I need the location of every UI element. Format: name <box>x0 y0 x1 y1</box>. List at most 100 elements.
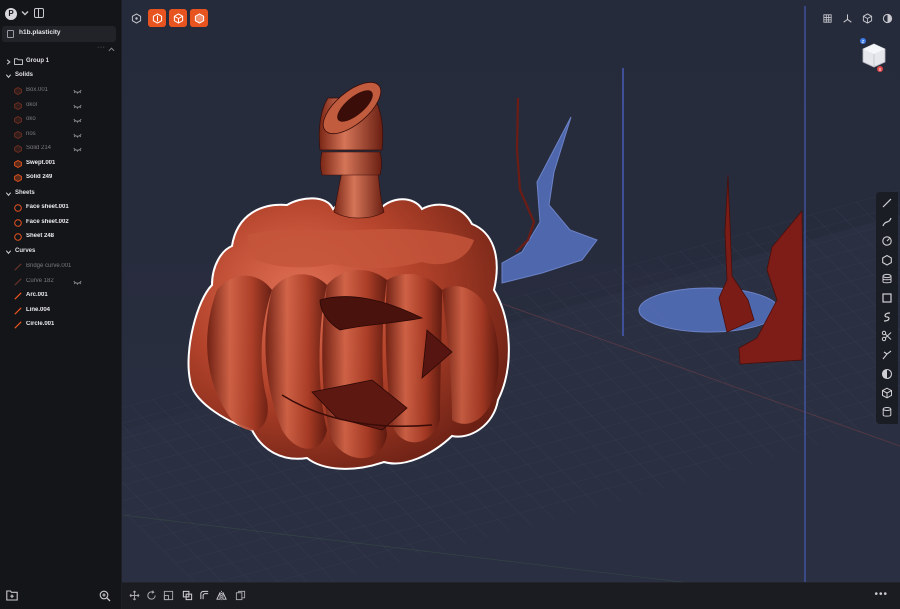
tree-item-solid[interactable]: okol <box>0 99 120 113</box>
chevron-down-icon[interactable] <box>20 8 30 18</box>
curve-tool-icon[interactable] <box>881 216 893 228</box>
solid-icon <box>14 101 22 110</box>
circle-sheet <box>638 287 780 333</box>
chevron-down-icon[interactable] <box>5 190 12 198</box>
hidden-icon[interactable] <box>73 278 82 286</box>
tree-item-label: Face sheet.001 <box>26 204 69 210</box>
account-avatar[interactable]: P <box>5 8 17 20</box>
document-tab[interactable]: h1b.plasticity <box>2 26 116 42</box>
tree-item-solid[interactable]: nos <box>0 128 120 142</box>
section-solids[interactable]: Solids <box>0 69 120 83</box>
group-label: Group 1 <box>26 58 50 64</box>
chevron-down-icon[interactable] <box>5 248 12 256</box>
face-mode-icon[interactable] <box>169 9 187 27</box>
hidden-icon[interactable] <box>73 116 82 124</box>
chevron-down-icon[interactable] <box>5 72 12 80</box>
hidden-icon[interactable] <box>73 102 82 110</box>
more-options-button[interactable]: ••• <box>874 589 888 600</box>
tree-item-label: Sheet 248 <box>26 233 55 239</box>
render-mode-icon[interactable] <box>878 9 896 27</box>
line-tool-icon[interactable] <box>881 197 893 209</box>
solid-icon <box>14 145 22 153</box>
curve-icon <box>14 321 22 329</box>
document-icon <box>7 30 14 38</box>
outliner-sidebar: P h1b.plasticity ··· Group 1 Solids Box.… <box>0 0 122 609</box>
tree-item-solid[interactable]: Swept.001 <box>0 157 120 171</box>
selection-mode-toolbar <box>127 9 208 27</box>
tree-item-curve[interactable]: Arc.001 <box>0 289 120 303</box>
new-folder-icon[interactable] <box>6 590 18 601</box>
duplicate-icon[interactable] <box>182 590 193 601</box>
cylinder-tool-icon[interactable] <box>881 406 893 418</box>
tree-item-label: Solid 214 <box>26 145 52 151</box>
mirror-icon[interactable] <box>216 590 227 601</box>
box-tool-icon[interactable] <box>881 387 893 399</box>
view-cube[interactable]: Z X <box>860 38 888 72</box>
scale-icon[interactable] <box>163 590 174 601</box>
3d-viewport[interactable]: Z X <box>122 0 900 582</box>
sheet-icon <box>14 233 22 241</box>
section-label: Solids <box>15 72 34 78</box>
cut-tool-icon[interactable] <box>881 330 893 342</box>
hidden-icon[interactable] <box>73 145 82 153</box>
creation-tool-strip <box>876 192 898 424</box>
tree-item-solid[interactable]: Box.001 <box>0 84 120 98</box>
control-point-icon[interactable] <box>127 9 145 27</box>
tree-item-sheet[interactable]: Face sheet.001 <box>0 201 120 215</box>
tree-item-sheet[interactable]: Face sheet.002 <box>0 216 120 230</box>
tree-item-curve[interactable]: Bridge curve.001 <box>0 260 120 274</box>
curve-icon <box>14 292 22 300</box>
sidebar-footer <box>0 583 122 609</box>
tree-item-curve[interactable]: Line.004 <box>0 304 120 318</box>
tree-item-label: Line.004 <box>26 306 51 313</box>
axes-icon[interactable] <box>838 9 856 27</box>
move-icon[interactable] <box>129 590 140 601</box>
hidden-icon[interactable] <box>73 131 82 139</box>
solid-icon <box>14 159 22 168</box>
hidden-icon[interactable] <box>73 87 82 95</box>
tree-item-label: Curve 182 <box>26 277 54 284</box>
xray-icon[interactable] <box>858 9 876 27</box>
circle-tool-icon[interactable] <box>881 235 893 247</box>
x-axis-label: X <box>878 67 881 72</box>
solid-icon <box>14 174 22 182</box>
sidebar-toggle-icon[interactable] <box>34 8 44 18</box>
offset-icon[interactable] <box>199 590 210 601</box>
tree-item-label: Arc.001 <box>26 292 48 298</box>
copy-icon[interactable] <box>235 590 246 601</box>
solid-icon <box>14 87 22 95</box>
tree-item-curve[interactable]: Curve 182 <box>0 275 120 289</box>
zoom-to-fit-icon[interactable] <box>99 590 111 602</box>
tree-item-label: Swept.001 <box>26 159 56 166</box>
tree-item-curve[interactable]: Circle.001 <box>0 318 120 332</box>
boolean-tool-icon[interactable] <box>881 368 893 380</box>
solid-icon <box>14 130 22 139</box>
scene-canvas[interactable] <box>122 0 900 582</box>
spiral-tool-icon[interactable] <box>881 311 893 323</box>
layers-tool-icon[interactable] <box>881 273 893 285</box>
tree-item-solid[interactable]: Solid 214 <box>0 142 120 156</box>
curve-icon <box>14 277 22 286</box>
tree-item-sheet[interactable]: Sheet 248 <box>0 230 120 244</box>
fillet-tool-icon[interactable] <box>881 349 893 361</box>
polygon-tool-icon[interactable] <box>881 254 893 266</box>
document-name: h1b.plasticity <box>19 29 61 36</box>
collapse-icon[interactable] <box>108 46 115 53</box>
more-options-icon[interactable]: ··· <box>97 44 106 51</box>
chevron-right-icon[interactable] <box>5 58 12 66</box>
rotate-icon[interactable] <box>146 590 157 601</box>
edge-mode-icon[interactable] <box>148 9 166 27</box>
solid-mode-icon[interactable] <box>190 9 208 27</box>
rectangle-tool-icon[interactable] <box>881 292 893 304</box>
solid-icon <box>14 116 22 124</box>
tree-group-1[interactable]: Group 1 <box>0 55 120 69</box>
tree-item-label: Solid 249 <box>26 174 53 180</box>
tree-item-solid[interactable]: Solid 249 <box>0 171 120 185</box>
tree-item-label: Bridge curve.001 <box>26 263 72 269</box>
section-sheets[interactable]: Sheets <box>0 187 120 201</box>
tree-item-solid[interactable]: oko <box>0 113 120 127</box>
section-label: Curves <box>15 248 36 254</box>
section-curves[interactable]: Curves <box>0 245 120 259</box>
curve <box>515 97 536 253</box>
grid-icon[interactable] <box>818 9 836 27</box>
